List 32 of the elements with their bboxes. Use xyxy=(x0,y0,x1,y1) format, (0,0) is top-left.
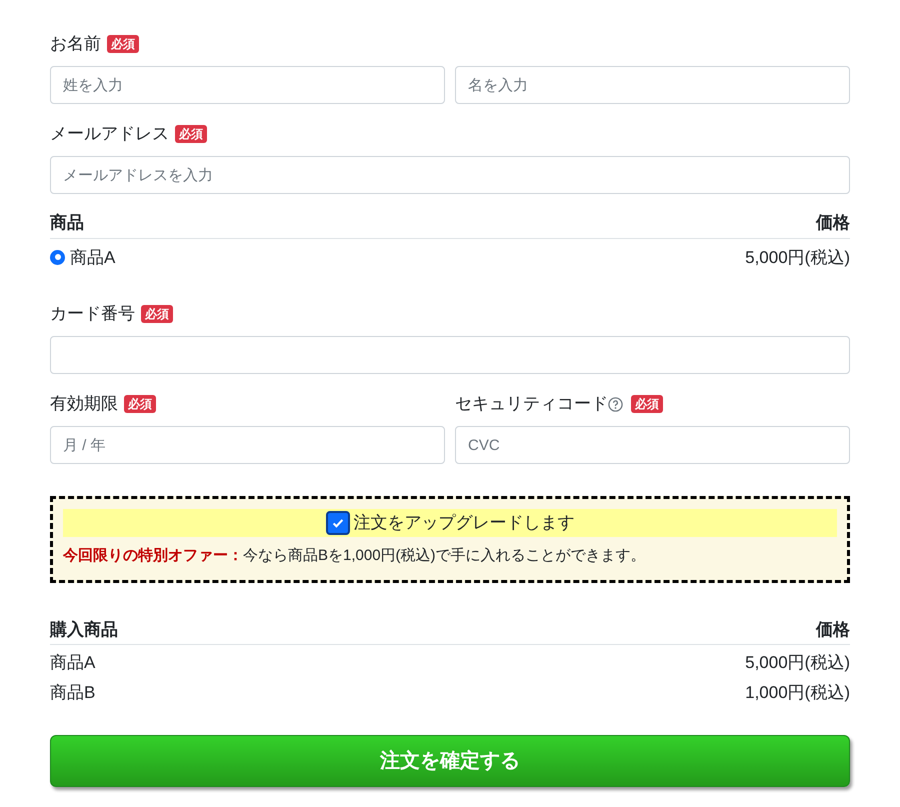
product-name: 商品A xyxy=(70,246,116,268)
required-badge: 必須 xyxy=(631,395,663,413)
field-label: 有効期限 xyxy=(50,393,118,416)
help-icon[interactable] xyxy=(608,396,623,412)
cvc-field[interactable]: CVC xyxy=(455,426,850,464)
product-price: 5,000円(税込) xyxy=(745,246,850,268)
field-label: セキュリティコード xyxy=(455,393,608,416)
column-header: 購入商品 xyxy=(50,618,118,640)
card-number-field[interactable] xyxy=(50,336,850,374)
submit-button[interactable]: 注文を確定する xyxy=(50,735,850,787)
upgrade-label: 注文をアップグレードします xyxy=(354,512,574,534)
column-header: 商品 xyxy=(50,212,84,234)
product-name: 商品B xyxy=(50,682,96,704)
offer-text: 今回限りの特別オファー：今なら商品Bを1,000円(税込)で手に入れることができます。 xyxy=(63,546,647,566)
product-price: 1,000円(税込) xyxy=(745,682,850,704)
product-name: 商品A xyxy=(50,652,96,674)
column-header: 価格 xyxy=(816,212,850,234)
product-price: 5,000円(税込) xyxy=(745,652,850,674)
column-header: 価格 xyxy=(816,618,850,640)
required-badge: 必須 xyxy=(107,35,139,53)
required-badge: 必須 xyxy=(141,305,173,323)
field-label: メールアドレス xyxy=(50,123,169,146)
field-label: カード番号 xyxy=(50,303,135,326)
required-badge: 必須 xyxy=(175,125,207,143)
last-name-field[interactable]: 姓を入力 xyxy=(50,66,445,104)
email-field[interactable]: メールアドレスを入力 xyxy=(50,156,850,194)
required-badge: 必須 xyxy=(124,395,156,413)
radio-button[interactable] xyxy=(50,250,65,265)
upgrade-checkbox[interactable] xyxy=(326,511,350,535)
first-name-field[interactable]: 名を入力 xyxy=(455,66,850,104)
expiry-field[interactable]: 月 / 年 xyxy=(50,426,445,464)
field-label: お名前 xyxy=(50,33,101,56)
